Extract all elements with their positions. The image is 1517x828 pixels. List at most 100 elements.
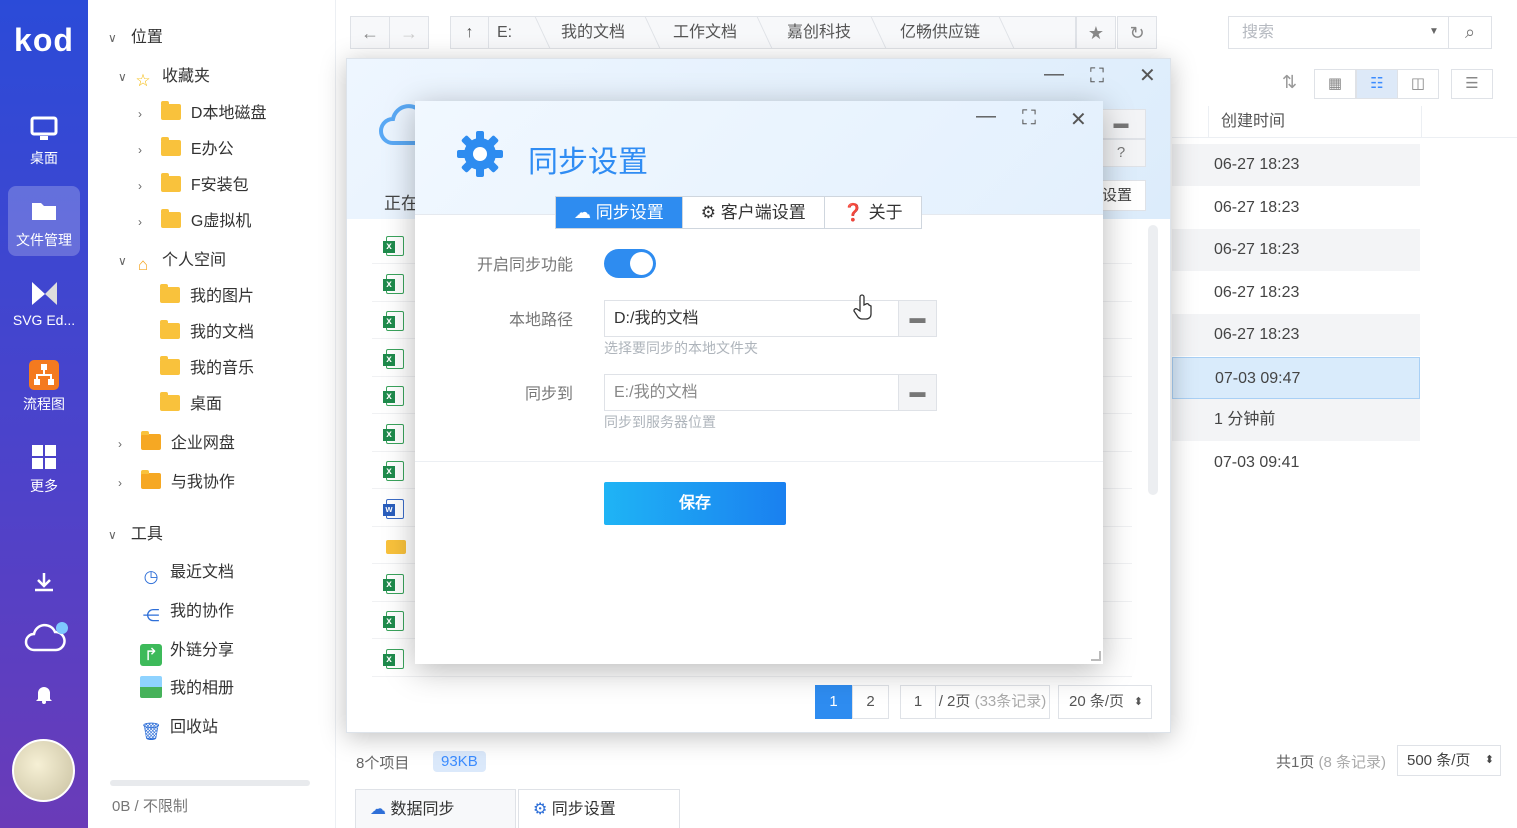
- folder-button[interactable]: ▬: [1096, 109, 1146, 139]
- tool-my-collab[interactable]: ⋲ 我的协作: [140, 598, 235, 626]
- sort-icon[interactable]: ⇅: [1282, 72, 1297, 93]
- rail-item-flowchart[interactable]: 流程图: [8, 350, 80, 420]
- view-icon-button[interactable]: ▦: [1314, 69, 1356, 99]
- row-created-date[interactable]: 06-27 18:23: [1172, 314, 1420, 356]
- tree-section-tools[interactable]: ∨ 工具: [108, 521, 163, 549]
- row-created-date[interactable]: 06-27 18:23: [1172, 187, 1420, 229]
- local-path-field[interactable]: D:/我的文档 ▬: [604, 300, 937, 337]
- grid-icon: [32, 445, 56, 469]
- scrollbar[interactable]: [1148, 225, 1158, 495]
- row-created-date[interactable]: 06-27 18:23: [1172, 229, 1420, 271]
- taskbar-tab-sync-settings[interactable]: ⚙ 同步设置: [518, 789, 680, 828]
- tree-item-d-drive[interactable]: › D本地磁盘: [138, 100, 266, 128]
- tree-item-my-documents[interactable]: 我的文档: [160, 319, 254, 347]
- folder-browse-button[interactable]: ▬: [898, 300, 937, 337]
- star-icon: ☆: [135, 71, 151, 90]
- word-file-icon: [383, 499, 404, 519]
- bell-icon[interactable]: [35, 684, 53, 704]
- search-button[interactable]: ⌕: [1449, 16, 1492, 49]
- question-icon: ❓: [842, 203, 864, 222]
- crumb-jiachuang[interactable]: 嘉创科技: [787, 17, 851, 48]
- view-list-button[interactable]: ☷: [1356, 69, 1398, 99]
- up-button[interactable]: ↑: [451, 17, 489, 48]
- caret-down-icon[interactable]: ▼: [1429, 26, 1439, 37]
- excel-file-icon: [383, 311, 404, 331]
- tree-item-my-pictures[interactable]: 我的图片: [160, 283, 254, 311]
- row-created-date[interactable]: 06-27 18:23: [1172, 272, 1420, 314]
- tool-recycle-bin[interactable]: 🗑 回收站: [140, 714, 218, 742]
- enable-sync-toggle[interactable]: [604, 249, 656, 278]
- crumb-my-docs[interactable]: 我的文档: [561, 17, 625, 48]
- rail-item-desktop[interactable]: 桌面: [8, 104, 80, 174]
- taskbar-tab-data-sync[interactable]: ☁ 数据同步: [355, 789, 516, 828]
- page-input[interactable]: 1: [900, 685, 936, 719]
- window-title: 同步设置: [528, 146, 648, 179]
- sync-cloud-icon[interactable]: [24, 620, 72, 654]
- page-info: / 2页 (33条记录): [936, 685, 1050, 719]
- tool-link-share[interactable]: ↱ 外链分享: [140, 637, 234, 666]
- tree-section-location[interactable]: ∨ 位置: [108, 24, 163, 52]
- rail-item-svg-editor[interactable]: SVG Ed...: [8, 268, 80, 338]
- tab-client-settings[interactable]: ⚙ 客户端设置: [683, 197, 825, 228]
- per-page-select[interactable]: 20 条/页 ⬍: [1058, 685, 1152, 719]
- per-page-select[interactable]: 500 条/页 ⬍: [1397, 745, 1501, 776]
- star-button[interactable]: ★: [1076, 16, 1116, 49]
- download-icon[interactable]: [32, 570, 56, 594]
- tab-sync-settings[interactable]: ☁ 同步设置: [556, 197, 683, 228]
- share-arrow-icon: ↱: [140, 644, 162, 666]
- col-created[interactable]: 创建时间: [1208, 106, 1422, 138]
- chevron-right-icon: ›: [138, 215, 142, 229]
- tree-item-g-vm[interactable]: › G虚拟机: [138, 208, 251, 236]
- row-created-date[interactable]: 07-03 09:41: [1172, 442, 1420, 484]
- page-2-button[interactable]: 2: [852, 685, 889, 719]
- monitor-icon: [30, 116, 58, 140]
- sync-to-hint: 同步到服务器位置: [604, 414, 716, 430]
- folder-icon: [160, 284, 180, 303]
- rail-item-more[interactable]: 更多: [8, 432, 80, 502]
- crumb-work-docs[interactable]: 工作文档: [673, 17, 737, 48]
- minimize-button[interactable]: —: [976, 105, 996, 128]
- rail-item-file-manager[interactable]: 文件管理: [8, 186, 80, 256]
- row-created-date[interactable]: 06-27 18:23: [1172, 144, 1420, 186]
- folder-icon: [386, 540, 406, 554]
- refresh-button[interactable]: ↻: [1117, 16, 1157, 49]
- resize-handle[interactable]: [1091, 651, 1101, 661]
- minimize-button[interactable]: —: [1044, 63, 1064, 86]
- sync-to-field[interactable]: E:/我的文档 ▬: [604, 374, 937, 411]
- maximize-button[interactable]: ⛶: [1090, 65, 1104, 88]
- crumb-root[interactable]: E:: [497, 17, 512, 48]
- help-icon[interactable]: ?: [1096, 139, 1146, 167]
- search-input[interactable]: 搜索: [1228, 16, 1449, 49]
- row-created-date[interactable]: 07-03 09:47: [1172, 357, 1420, 399]
- folder-browse-button[interactable]: ▬: [898, 374, 937, 411]
- tree-item-desktop[interactable]: 桌面: [160, 391, 222, 419]
- excel-file-icon: [383, 424, 404, 444]
- tree-item-personal[interactable]: ∨ ⌂ 个人空间: [118, 247, 226, 275]
- maximize-button[interactable]: ⛶: [1022, 107, 1036, 130]
- tab-about[interactable]: ❓ 关于: [825, 197, 921, 228]
- forward-button[interactable]: →: [389, 16, 429, 49]
- row-created-date[interactable]: 1 分钟前: [1172, 399, 1420, 441]
- crumb-yichang[interactable]: 亿畅供应链: [900, 17, 980, 48]
- user-avatar[interactable]: [12, 739, 75, 802]
- panel-toggle-button[interactable]: ☰: [1451, 69, 1493, 99]
- share-nodes-icon: ⋲: [142, 606, 160, 625]
- excel-file-icon: [383, 574, 404, 594]
- tool-my-album[interactable]: 我的相册: [140, 675, 234, 703]
- tree-item-f-installer[interactable]: › F安装包: [138, 172, 249, 200]
- tree-item-e-office[interactable]: › E办公: [138, 136, 234, 164]
- photo-icon: [140, 676, 162, 698]
- tree-item-collab[interactable]: › 与我协作: [118, 469, 235, 497]
- tree-item-enterprise[interactable]: › 企业网盘: [118, 430, 235, 458]
- tool-recent-docs[interactable]: ◷ 最近文档: [140, 559, 234, 587]
- close-button[interactable]: ✕: [1070, 107, 1087, 132]
- item-count: 8个项目: [356, 755, 410, 772]
- close-button[interactable]: ✕: [1139, 63, 1156, 88]
- tree-item-my-music[interactable]: 我的音乐: [160, 355, 254, 383]
- page-1-button[interactable]: 1: [815, 685, 852, 719]
- view-split-button[interactable]: ◫: [1397, 69, 1439, 99]
- save-button[interactable]: 保存: [604, 482, 786, 525]
- back-button[interactable]: ←: [350, 16, 390, 49]
- tree-item-favorites[interactable]: ∨ ☆ 收藏夹: [118, 63, 210, 91]
- app-logo[interactable]: kod: [0, 22, 88, 59]
